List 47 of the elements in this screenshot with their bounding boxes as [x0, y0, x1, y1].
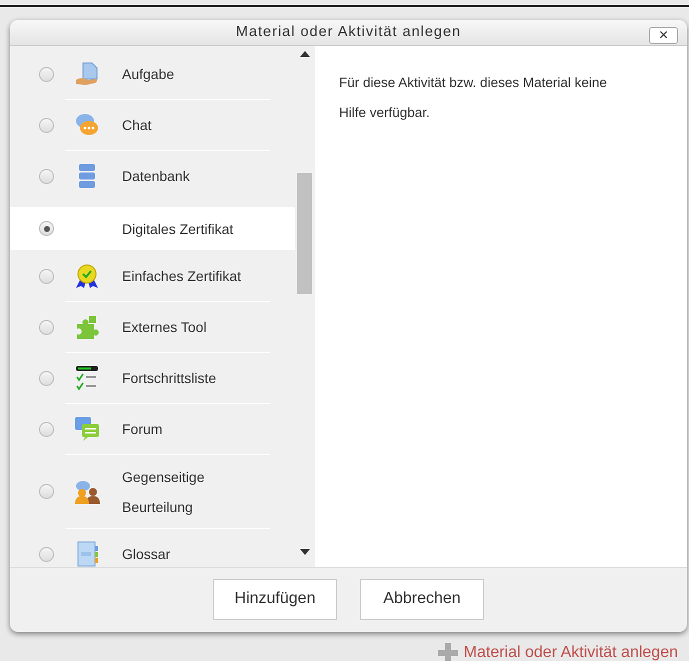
activity-option[interactable]: Aufgabe [10, 49, 295, 99]
option-label: Forum [122, 420, 164, 439]
speech-bubbles-icon [74, 416, 100, 442]
activity-option[interactable]: Datenbank [10, 151, 295, 201]
award-ribbon-icon [74, 263, 100, 289]
radio-button[interactable] [39, 422, 54, 436]
option-label: Digitales Zertifikat [122, 220, 234, 239]
checklist-icon [74, 365, 100, 391]
activity-option[interactable]: Digitales Zertifikat [10, 207, 295, 250]
cancel-button[interactable]: Abbrechen [360, 578, 484, 620]
option-label: Datenbank [122, 167, 191, 186]
radio-button[interactable] [39, 370, 54, 386]
activity-option[interactable]: Chat [10, 100, 295, 150]
close-button[interactable]: × [649, 27, 678, 44]
plus-icon[interactable] [438, 643, 458, 661]
scroll-down-icon[interactable] [300, 549, 310, 555]
radio-button[interactable] [39, 484, 54, 499]
option-label: Gegenseitige Beurteilung [122, 468, 206, 517]
puzzle-icon [74, 314, 100, 340]
dialog-title: Material oder Aktivität anlegen [236, 22, 462, 42]
radio-button[interactable] [39, 168, 54, 184]
radio-button[interactable] [39, 118, 54, 132]
activity-option[interactable]: Fortschrittsliste [10, 353, 295, 403]
option-label: Chat [122, 116, 153, 135]
option-label: Externes Tool [122, 318, 208, 337]
option-label: Glossar [122, 545, 172, 564]
add-button[interactable]: Hinzufügen [213, 578, 337, 620]
activity-option[interactable]: Gegenseitige Beurteilung [10, 455, 295, 528]
scroll-up-icon[interactable] [300, 51, 310, 57]
document-hand-icon [74, 61, 100, 87]
radio-button[interactable] [39, 320, 54, 334]
option-label: Fortschrittsliste [122, 369, 218, 388]
radio-button[interactable] [39, 221, 54, 236]
activity-option[interactable]: Glossar [10, 529, 295, 567]
people-icon [74, 478, 100, 504]
activity-option[interactable]: Externes Tool [10, 302, 295, 352]
activity-option[interactable]: Forum [10, 404, 295, 454]
activity-option[interactable]: Einfaches Zertifikat [10, 251, 295, 301]
radio-button[interactable] [39, 546, 54, 562]
help-text: Für diese Aktivität bzw. dieses Material keine Hilfe verfügbar. [339, 74, 608, 122]
option-label: Aufgabe [122, 65, 176, 84]
scrollbar-thumb[interactable] [297, 173, 312, 294]
radio-button[interactable] [39, 66, 54, 82]
radio-button[interactable] [39, 268, 54, 284]
chat-bubbles-icon [74, 112, 100, 138]
add-activity-link[interactable]: Material oder Aktivität anlegen [464, 641, 678, 661]
option-label: Einfaches Zertifikat [122, 267, 242, 286]
